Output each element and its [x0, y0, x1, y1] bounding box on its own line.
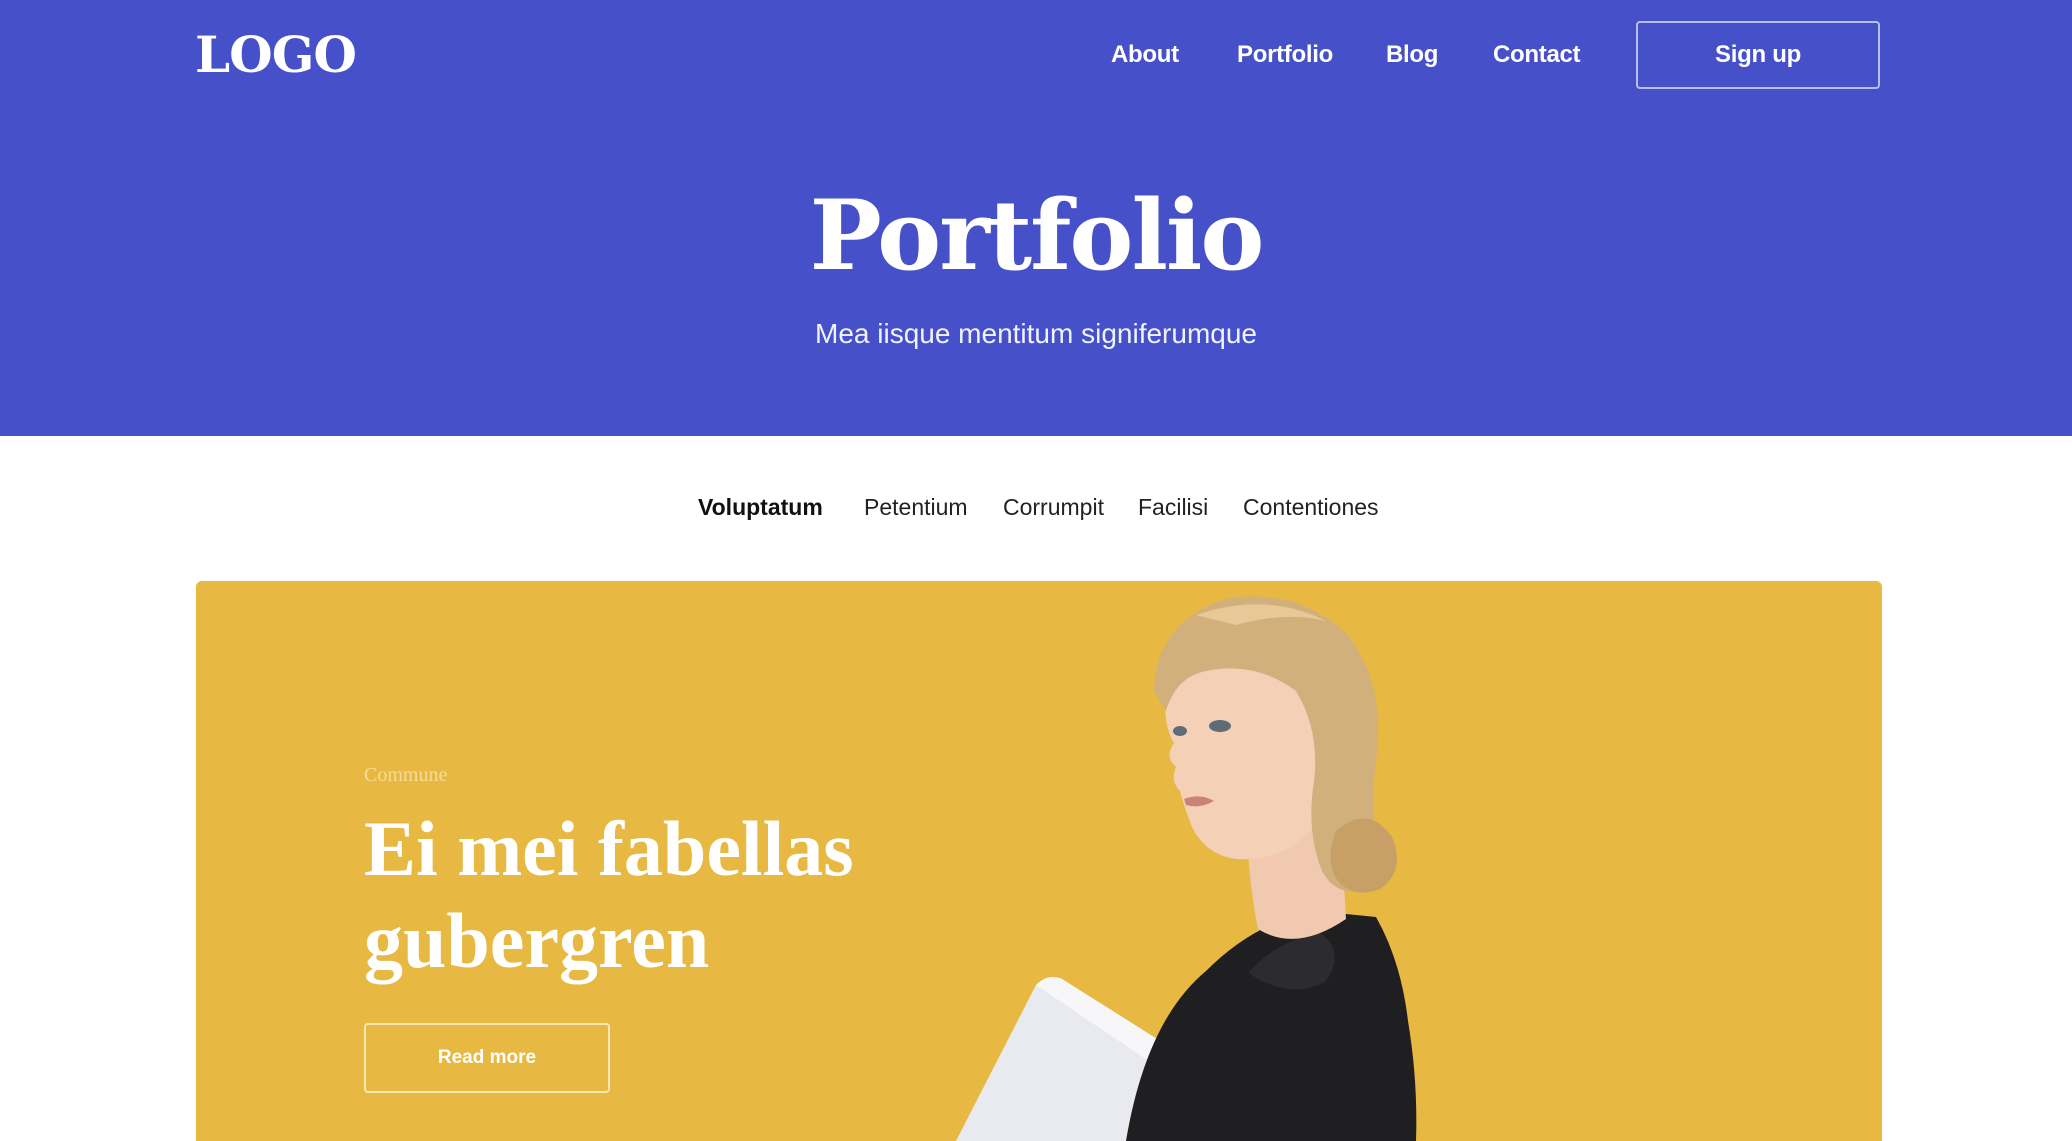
- nav-link-portfolio[interactable]: Portfolio: [1237, 38, 1333, 72]
- tab-petentium[interactable]: Petentium: [864, 490, 968, 524]
- feature-card: Commune Ei mei fabellas gubergren Read m…: [196, 581, 1882, 1141]
- tab-corrumpit[interactable]: Corrumpit: [1003, 490, 1104, 524]
- hero-banner: LOGO About Portfolio Blog Contact Sign u…: [0, 0, 2072, 436]
- nav-link-contact[interactable]: Contact: [1493, 38, 1581, 72]
- tab-contentiones[interactable]: Contentiones: [1243, 490, 1379, 524]
- nav-link-about[interactable]: About: [1111, 38, 1179, 72]
- card-eyebrow: Commune: [364, 764, 448, 786]
- nav-link-blog[interactable]: Blog: [1386, 38, 1438, 72]
- card-headline: Ei mei fabellas gubergren: [364, 805, 854, 984]
- tab-voluptatum[interactable]: Voluptatum: [698, 490, 823, 524]
- logo[interactable]: LOGO: [195, 22, 357, 88]
- tab-facilisi[interactable]: Facilisi: [1138, 490, 1208, 524]
- page-title: Portfolio: [809, 179, 1265, 292]
- page-subtitle: Mea iisque mentitum signiferumque: [815, 318, 1257, 349]
- signup-button[interactable]: Sign up: [1636, 21, 1880, 89]
- read-more-button[interactable]: Read more: [364, 1023, 610, 1093]
